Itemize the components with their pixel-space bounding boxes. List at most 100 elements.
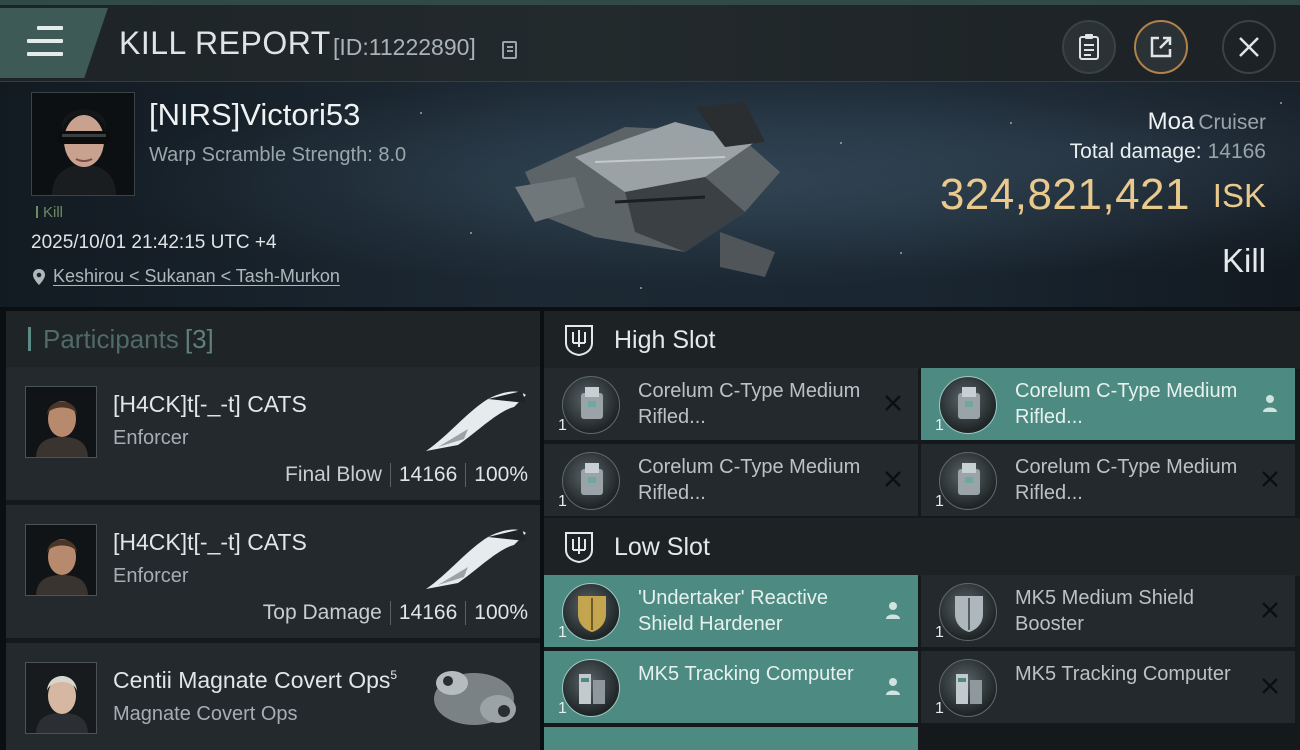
tracking-computer-icon (939, 659, 997, 717)
turret-module-icon (939, 452, 997, 510)
close-icon (1259, 468, 1281, 490)
star-decoration (900, 252, 902, 254)
module-quantity: 1 (935, 493, 944, 510)
ship-name: Moa (1147, 108, 1195, 135)
pilot-portrait-icon (32, 93, 134, 195)
module-quantity: 1 (935, 624, 944, 641)
warp-scramble-strength: Warp Scramble Strength: 8.0 (149, 144, 407, 166)
copy-icon[interactable] (502, 41, 517, 59)
location-pin-icon (33, 268, 45, 285)
participant-stats: Final Blow 14166 100% (285, 463, 528, 487)
module-name: Corelum C-Type Medium Rifled... (1015, 380, 1238, 428)
module-quantity: 1 (935, 417, 944, 434)
module-quantity: 1 (558, 700, 567, 717)
participant-role: Final Blow (285, 463, 382, 486)
location-link[interactable]: Keshirou < Sukanan < Tash-Murkon (32, 266, 340, 287)
module-quantity: 1 (935, 700, 944, 717)
module-item[interactable]: 1 'Undertaker' Reactive Shield Hardener (544, 575, 918, 647)
person-icon (882, 599, 904, 621)
low-slot-label: Low Slot (614, 532, 710, 561)
page-title: KILL REPORT (119, 25, 331, 61)
module-item[interactable]: 1 Corelum C-Type Medium Rifled... (544, 444, 918, 516)
ship-render-image[interactable] (505, 102, 795, 282)
module-item[interactable]: 1 Corelum C-Type Medium Rifled... (544, 368, 918, 440)
damage-label: Total damage: (1069, 140, 1202, 163)
high-slot-label: High Slot (614, 325, 716, 354)
module-item[interactable]: 1 MK5 Tracking Computer (921, 651, 1295, 723)
star-decoration (1280, 102, 1282, 104)
participant-name: Centii Magnate Covert Ops5 (113, 667, 397, 694)
participants-label: Participants (43, 323, 179, 354)
module-item[interactable]: 1 MK5 Tracking Computer (544, 651, 918, 723)
participant-damage: 14166 (398, 463, 458, 486)
participant-name: [H4CK]t[-_-t] CATS (113, 529, 307, 555)
module-quantity: 1 (558, 624, 567, 641)
module-name: MK5 Medium Shield Booster (1015, 587, 1194, 635)
location-text: Keshirou < Sukanan < Tash-Murkon (53, 266, 340, 286)
pilot-portrait-icon (26, 663, 96, 733)
star-decoration (420, 112, 422, 114)
star-decoration (840, 142, 842, 144)
star-decoration (1010, 122, 1012, 124)
ship-type[interactable]: Moa Cruiser (1148, 108, 1266, 136)
participant-ship: Enforcer (113, 427, 189, 449)
close-icon (1239, 37, 1259, 57)
divider (465, 601, 467, 625)
participant-percent: 100% (474, 463, 528, 486)
turret-module-icon (939, 376, 997, 434)
participant-card[interactable]: [H4CK]t[-_-t] CATS Enforcer Top Damage 1… (6, 505, 540, 638)
person-icon (1259, 392, 1281, 414)
module-item[interactable]: 1 MK5 Medium Shield Booster (921, 575, 1295, 647)
kill-tag: Kill (36, 204, 63, 221)
shield-booster-icon (939, 583, 997, 641)
participant-ship-image (434, 671, 516, 725)
participant-avatar[interactable] (25, 662, 97, 734)
participant-ship-image (426, 391, 526, 451)
star-decoration (640, 287, 642, 289)
module-item[interactable] (544, 727, 918, 750)
participants-count: [3] (184, 323, 214, 354)
participant-name: [H4CK]t[-_-t] CATS (113, 391, 307, 417)
isk-value: 324,821,421 (939, 170, 1190, 219)
participant-role: Top Damage (262, 601, 382, 624)
participant-name-text: Centii Magnate Covert Ops (113, 667, 391, 693)
module-name: 'Undertaker' Reactive Shield Hardener (638, 587, 828, 635)
isk-unit: ISK (1212, 177, 1266, 214)
share-button[interactable] (1134, 20, 1188, 74)
divider (465, 463, 467, 487)
damage-value: 14166 (1207, 140, 1266, 163)
participant-avatar[interactable] (25, 524, 97, 596)
star-decoration (470, 232, 472, 234)
clipboard-button[interactable] (1062, 20, 1116, 74)
divider (389, 463, 391, 487)
fitting-panel[interactable]: High Slot 1 Corelum C-Type Medium Rifled… (544, 311, 1300, 750)
close-button[interactable] (1222, 20, 1276, 74)
participant-ship: Enforcer (113, 565, 189, 587)
menu-button[interactable] (0, 8, 108, 78)
victim-avatar[interactable] (31, 92, 135, 196)
ship-class: Cruiser (1198, 111, 1266, 134)
tracking-computer-icon (562, 659, 620, 717)
menu-icon (27, 26, 63, 58)
pilot-portrait-icon (26, 525, 96, 595)
turret-module-icon (562, 452, 620, 510)
participant-card[interactable]: [H4CK]t[-_-t] CATS Enforcer Final Blow 1… (6, 367, 540, 500)
module-item[interactable]: 1 Corelum C-Type Medium Rifled... (921, 444, 1295, 516)
module-item[interactable]: 1 Corelum C-Type Medium Rifled... (921, 368, 1295, 440)
participant-card[interactable]: Centii Magnate Covert Ops5 Magnate Cover… (6, 643, 540, 750)
module-quantity: 1 (558, 493, 567, 510)
close-icon (882, 468, 904, 490)
participant-avatar[interactable] (25, 386, 97, 458)
victim-banner: [NIRS]Victori53 Warp Scramble Strength: … (0, 82, 1300, 307)
close-icon (1259, 675, 1281, 697)
turret-module-icon (562, 376, 620, 434)
victim-name[interactable]: [NIRS]Victori53 (149, 97, 360, 133)
low-slot-header: Low Slot (544, 518, 1300, 576)
module-name: Corelum C-Type Medium Rifled... (638, 380, 861, 428)
participants-panel[interactable]: Participants [3] [H4CK]t[-_-t] CATS Enfor… (6, 311, 540, 750)
participant-ship-image (426, 529, 526, 589)
share-icon (1150, 36, 1172, 58)
high-slot-icon (565, 325, 593, 357)
participant-damage: 14166 (398, 601, 458, 624)
participant-stats: Top Damage 14166 100% (263, 601, 528, 625)
